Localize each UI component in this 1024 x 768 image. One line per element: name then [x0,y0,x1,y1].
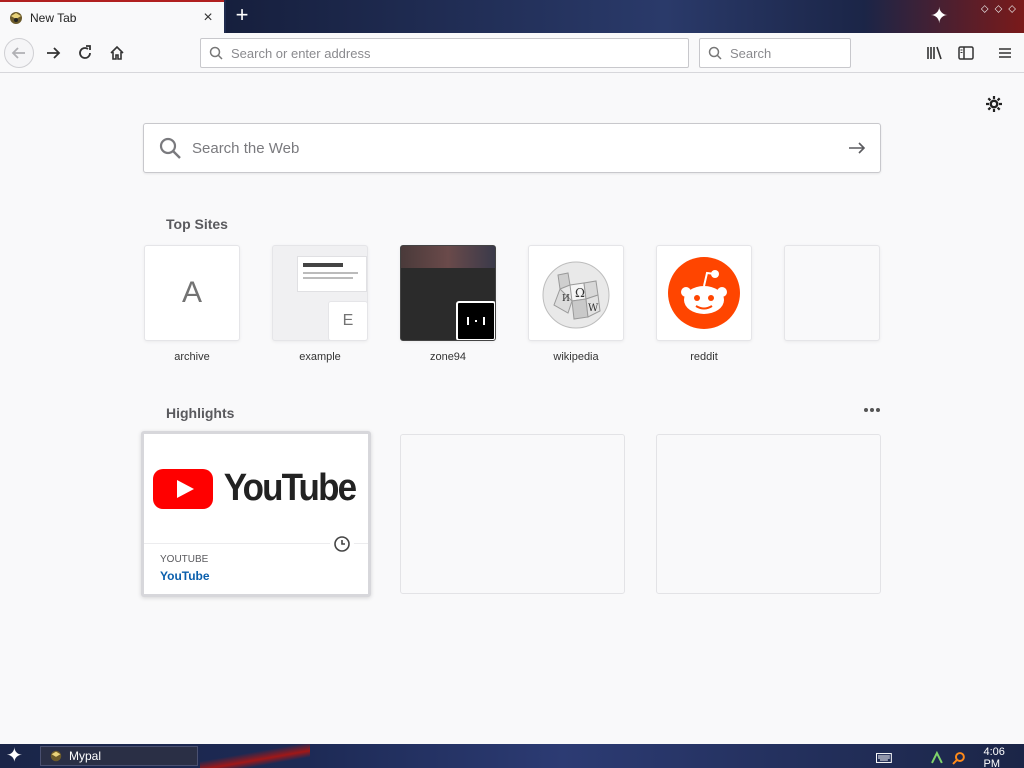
forward-arrow-icon [47,47,61,59]
top-site-empty[interactable] [784,245,880,351]
tab-new-tab[interactable]: New Tab × [0,0,224,33]
top-site-zone94[interactable]: zone94 [400,245,496,363]
site-label: reddit [690,351,718,363]
site-label: wikipedia [553,351,599,363]
top-site-archive[interactable]: A archive [144,245,240,363]
system-clock[interactable]: 4:06 PM [984,746,1024,768]
sidebar-icon [958,46,974,60]
search-icon [159,137,181,159]
maximize-button[interactable]: ⬦ [995,3,1003,16]
youtube-play-icon [152,468,213,509]
highlight-title[interactable]: YouTube [160,569,352,583]
svg-text:И: И [562,294,570,304]
site-mini-letter: E [328,301,367,340]
site-screenshot [297,256,367,292]
minimize-button[interactable]: ⬦ [981,3,989,16]
site-screenshot [401,246,495,268]
tab-close-icon[interactable]: × [200,9,216,27]
sidebar-button[interactable] [951,38,981,68]
svg-text:Ω: Ω [575,286,585,300]
reload-button[interactable] [70,38,100,68]
arrow-right-icon[interactable] [848,141,866,155]
menu-button[interactable] [990,38,1020,68]
mypal-favicon-icon [50,750,62,762]
wikipedia-globe-icon: Ω W И [542,261,610,329]
site-tile-placeholder[interactable] [784,245,880,341]
brand-star-icon: ✦ [930,3,949,28]
search-icon [708,46,722,60]
site-label: zone94 [429,351,467,363]
site-tile[interactable] [656,245,752,341]
taskbar-decoration [200,744,310,768]
tabstrip-background [226,0,1024,33]
svg-text:W: W [588,303,599,314]
highlight-card-placeholder [400,434,625,594]
window-controls: ✦ ⬦ ⬦ ⬦ [930,0,1024,33]
search-tray-icon[interactable] [951,751,966,765]
back-button[interactable] [4,38,34,68]
navigation-toolbar: Search or enter address Search [0,33,1024,73]
library-button[interactable] [920,38,950,68]
youtube-logo-text: YouTube [223,467,356,509]
reddit-logo-icon [668,257,740,329]
hamburger-menu-icon [999,48,1011,58]
address-bar[interactable]: Search or enter address [200,38,689,68]
start-button[interactable]: ✦ [6,745,23,767]
search-icon [209,46,223,60]
system-tray: 4:06 PM [876,746,1024,768]
taskbar: ✦ Mypal 4:06 PM [0,744,1024,768]
top-sites-heading: Top Sites [166,216,228,232]
clock-icon [330,532,354,556]
site-label: example [299,351,341,363]
back-arrow-icon [11,47,25,59]
keyboard-icon[interactable] [876,753,892,763]
address-placeholder: Search or enter address [231,45,371,61]
dot-icon [864,408,868,412]
highlight-card-placeholder [656,434,881,594]
zone94-mini-icon [456,301,495,340]
web-search-input[interactable]: Search the Web [143,123,881,173]
tab-strip: New Tab × + ✦ ⬦ ⬦ ⬦ [0,0,1024,33]
dot-icon [870,408,874,412]
forward-button[interactable] [38,38,68,68]
taskbar-item-mypal[interactable]: Mypal [40,746,198,766]
home-button[interactable] [102,38,132,68]
library-icon [927,46,942,60]
highlights-heading: Highlights [166,405,235,421]
site-tile[interactable]: Ω W И [528,245,624,341]
taskbar-item-label: Mypal [69,749,102,763]
close-window-button[interactable]: ⬦ [1008,3,1016,16]
dot-icon [876,408,880,412]
web-search-placeholder: Search the Web [192,139,300,157]
highlight-thumbnail: YouTube [144,434,368,544]
home-icon [110,45,124,60]
highlight-card-youtube[interactable]: YouTube YOUTUBE YouTube [141,431,371,597]
network-icon[interactable] [930,751,944,765]
highlights-more-button[interactable] [862,402,882,418]
site-tile[interactable]: E [272,245,368,341]
site-tile[interactable]: A [144,245,240,341]
highlight-source: YOUTUBE [160,554,209,565]
tab-title: New Tab [30,10,77,25]
search-bar[interactable]: Search [699,38,851,68]
site-label: archive [174,351,210,363]
top-site-reddit[interactable]: reddit [656,245,752,363]
site-tile[interactable] [400,245,496,341]
gear-icon[interactable] [984,94,1004,114]
search-placeholder: Search [730,45,772,61]
site-letter: A [181,276,202,309]
mypal-favicon-icon [10,11,22,24]
new-tab-button[interactable]: + [230,4,254,28]
top-site-wikipedia[interactable]: Ω W И wikipedia [528,245,624,363]
highlight-meta: YOUTUBE YouTube [144,532,368,593]
top-site-example[interactable]: E example [272,245,368,363]
reload-icon [79,45,91,59]
